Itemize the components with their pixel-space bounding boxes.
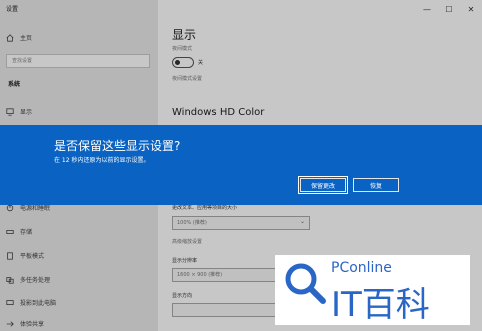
- watermark-brand: PConline: [331, 260, 392, 276]
- dialog-subtitle: 在 12 秒内还原为以前的显示设置。: [54, 157, 150, 164]
- watermark-title: IT百科: [331, 285, 430, 325]
- keep-changes-button[interactable]: 保留更改: [298, 176, 348, 194]
- revert-button[interactable]: 恢复: [353, 178, 399, 192]
- magnifier-logo-icon: [285, 263, 326, 304]
- dialog-title: 是否保留这些显示设置?: [54, 139, 181, 153]
- watermark: PConline IT百科: [275, 255, 470, 325]
- keep-display-settings-dialog: 是否保留这些显示设置? 在 12 秒内还原为以前的显示设置。 保留更改 恢复: [0, 125, 482, 205]
